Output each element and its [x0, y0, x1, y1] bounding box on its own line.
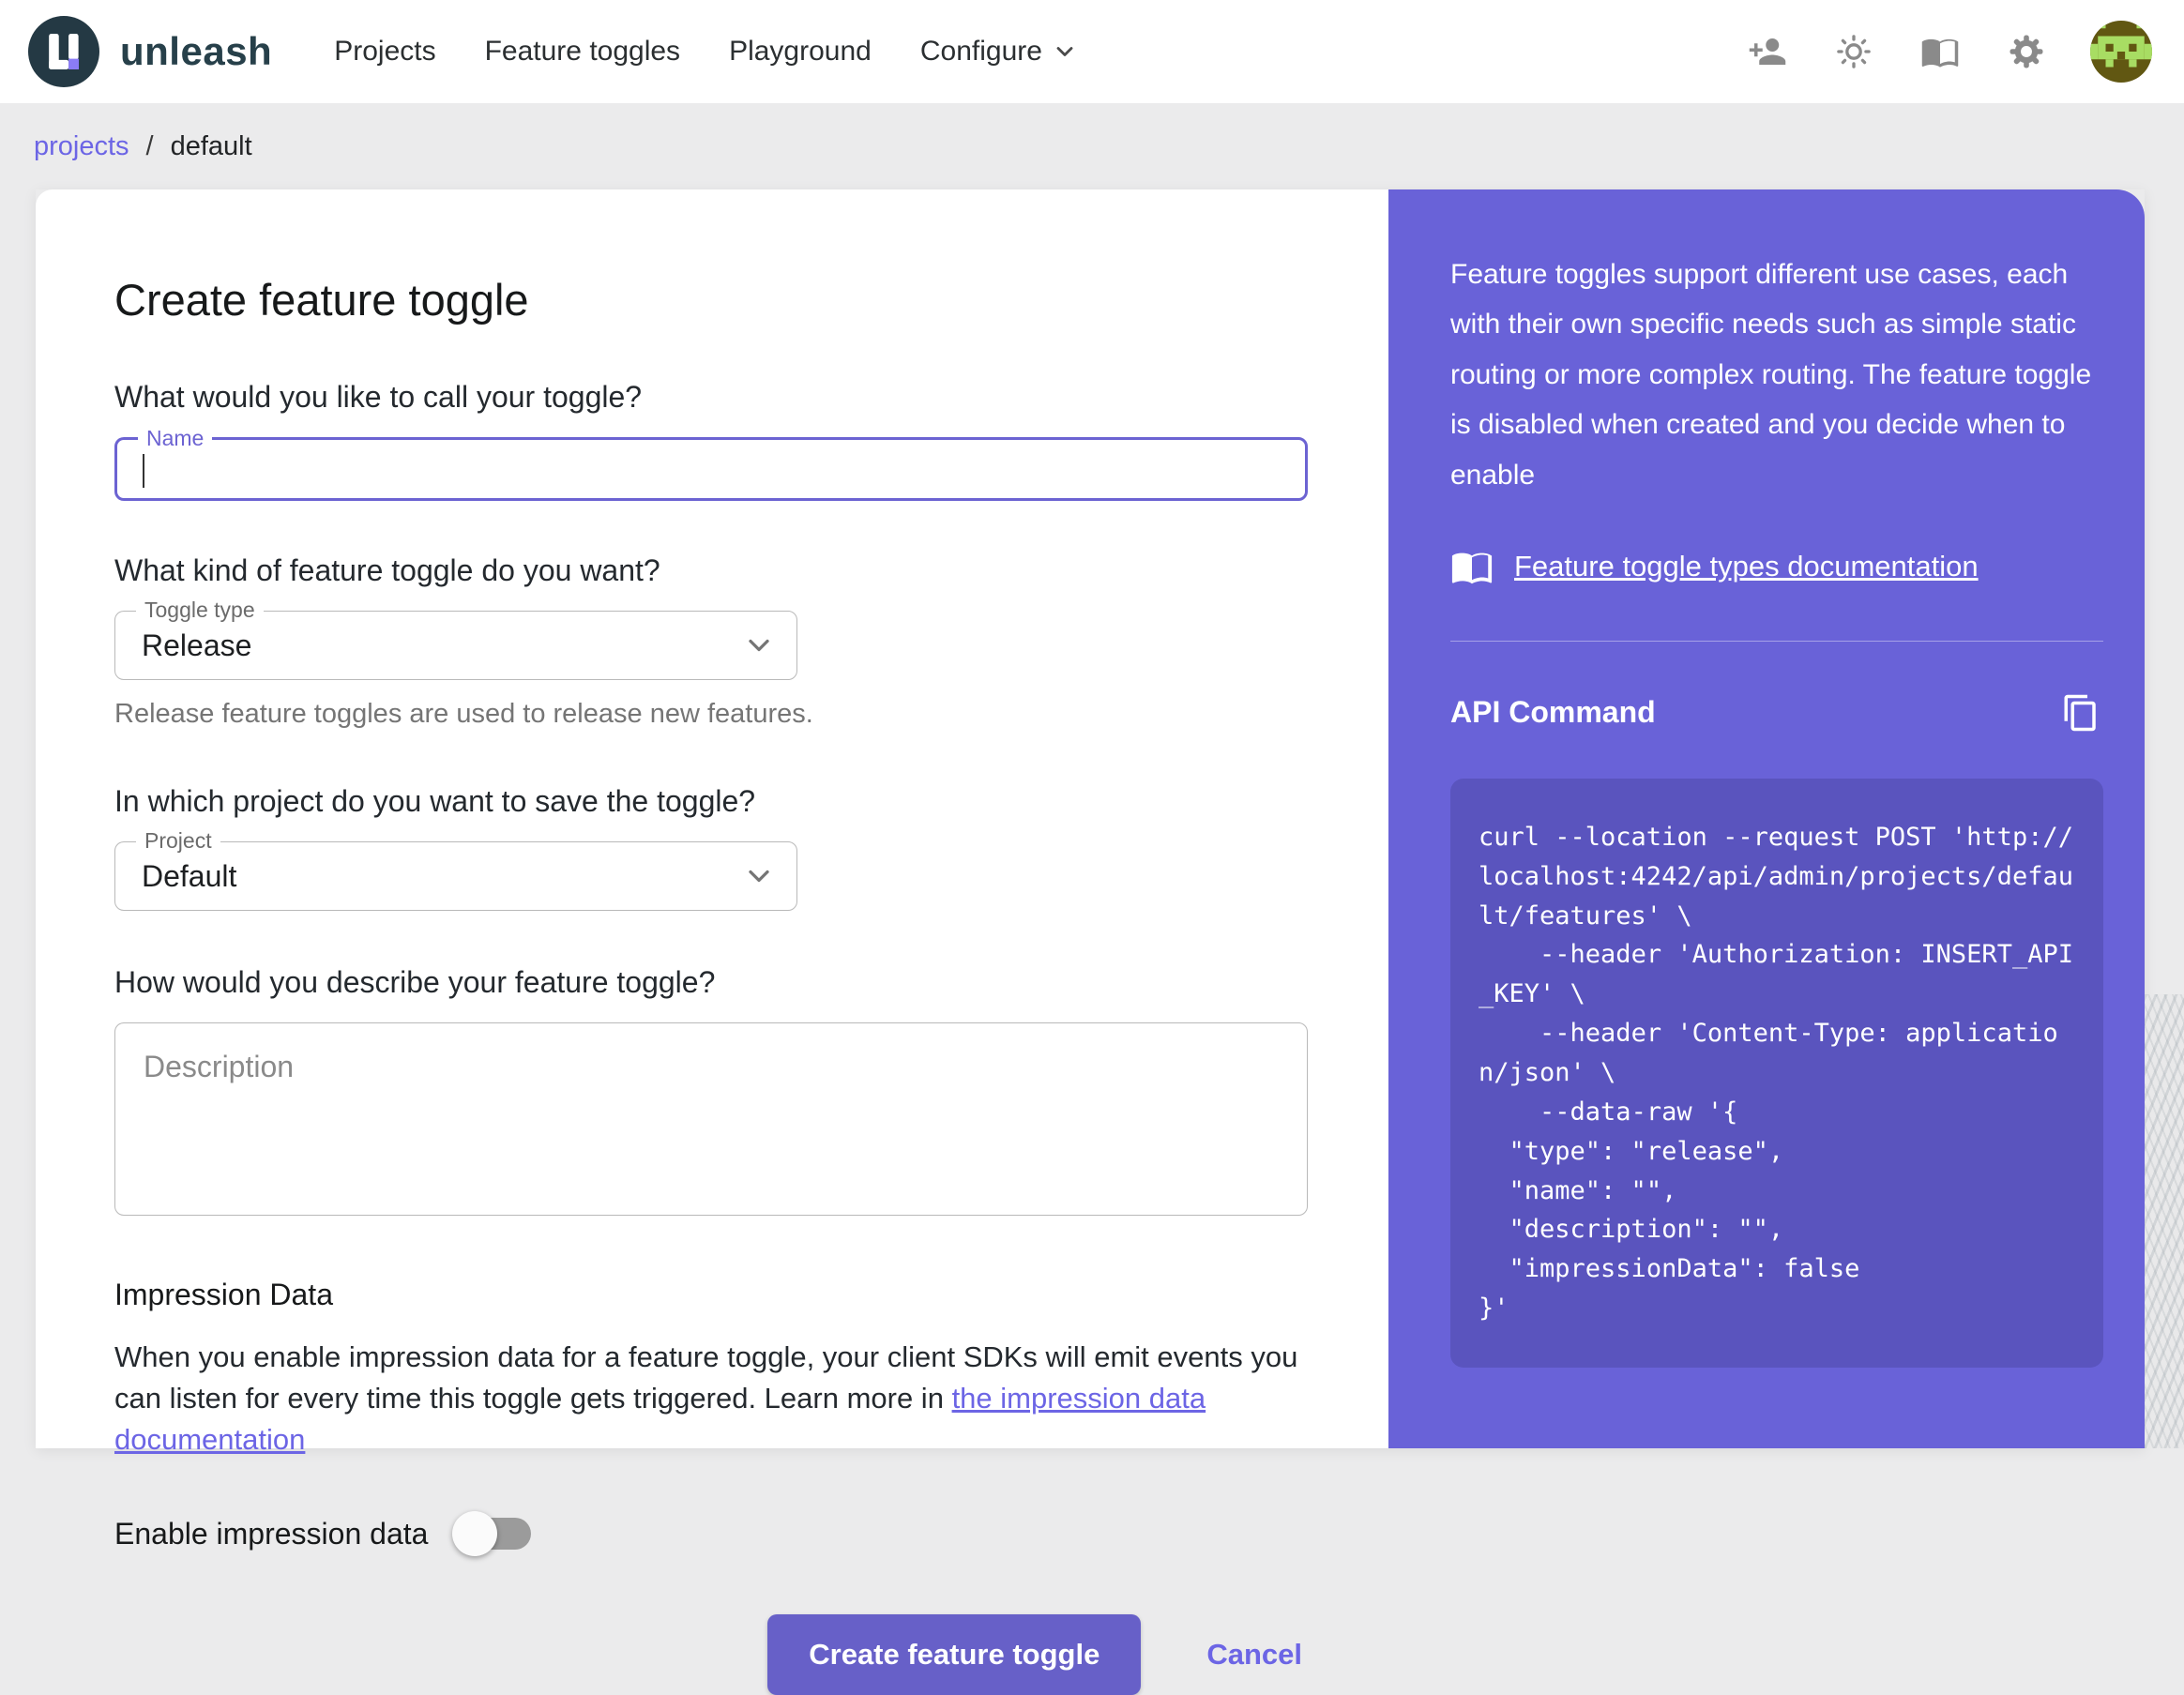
unleash-logo-icon	[28, 16, 99, 87]
theme-toggle-button[interactable]	[1831, 29, 1876, 74]
create-toggle-form: Create feature toggle What would you lik…	[36, 189, 1388, 1695]
nav-projects[interactable]: Projects	[334, 36, 435, 68]
book-icon	[1451, 552, 1493, 584]
enable-impression-switch[interactable]	[452, 1511, 538, 1557]
brightness-sun-icon	[1837, 35, 1871, 68]
nav-feature-toggles[interactable]: Feature toggles	[485, 36, 680, 68]
name-field-label: Name	[138, 426, 213, 451]
enable-impression-row: Enable impression data	[114, 1511, 1308, 1557]
cancel-button[interactable]: Cancel	[1206, 1638, 1302, 1672]
main-nav: Projects Feature toggles Playground Conf…	[334, 36, 1078, 68]
info-sidebar: Feature toggles support different use ca…	[1388, 189, 2145, 1448]
breadcrumb-current: default	[170, 130, 252, 161]
sidebar-divider	[1450, 640, 2103, 642]
api-command-heading: API Command	[1450, 695, 1656, 730]
description-textarea[interactable]	[114, 1022, 1308, 1216]
brand-name: unleash	[120, 29, 273, 73]
nav-playground[interactable]: Playground	[729, 36, 872, 68]
text-cursor	[143, 454, 144, 488]
chevron-down-icon	[749, 639, 769, 652]
name-input[interactable]	[117, 440, 1305, 498]
project-label: Project	[136, 828, 220, 854]
project-question: In which project do you want to save the…	[114, 784, 756, 818]
name-question: What would you like to call your toggle?	[114, 380, 643, 414]
nav-configure-label: Configure	[919, 36, 1042, 67]
toggle-type-label: Toggle type	[136, 598, 264, 623]
settings-gear-icon	[2010, 35, 2043, 68]
name-field: Name	[114, 426, 1308, 501]
type-question: What kind of feature toggle do you want?	[114, 553, 660, 587]
create-toggle-page: Create feature toggle What would you lik…	[36, 189, 2145, 1695]
toggle-type-value: Release	[142, 628, 252, 662]
documentation-book-icon	[1921, 38, 1959, 68]
impression-data-text: When you enable impression data for a fe…	[114, 1337, 1308, 1460]
breadcrumb-separator: /	[145, 130, 154, 161]
unleash-logo[interactable]: unleash	[28, 16, 272, 87]
api-command-row: API Command	[1450, 690, 2103, 735]
invite-user-icon	[1749, 38, 1786, 65]
page-title: Create feature toggle	[114, 275, 529, 325]
description-question: How would you describe your feature togg…	[114, 965, 716, 999]
breadcrumb-projects-link[interactable]: projects	[34, 131, 129, 162]
create-feature-toggle-button[interactable]: Create feature toggle	[767, 1614, 1142, 1695]
top-nav: unleash Projects Feature toggles Playgro…	[0, 0, 2184, 103]
documentation-button[interactable]	[1918, 29, 1963, 74]
nav-configure[interactable]: Configure	[920, 36, 1078, 68]
enable-impression-label: Enable impression data	[114, 1516, 429, 1551]
impression-data-heading: Impression Data	[114, 1278, 333, 1311]
nav-actions	[1745, 21, 2152, 83]
project-select[interactable]: Project Default	[114, 828, 797, 911]
invite-user-button[interactable]	[1745, 29, 1790, 74]
feature-toggle-types-docs-link[interactable]: Feature toggle types documentation	[1514, 550, 1979, 583]
api-command-code: curl --location --request POST 'http://l…	[1450, 778, 2103, 1368]
background-texture	[2145, 994, 2184, 1448]
breadcrumb: projects / default	[0, 103, 2184, 189]
toggle-type-helper: Release feature toggles are used to rele…	[114, 699, 813, 729]
user-avatar-image	[2090, 21, 2152, 83]
sidebar-intro-text: Feature toggles support different use ca…	[1450, 259, 2092, 491]
settings-button[interactable]	[2004, 29, 2049, 74]
sidebar-docs-row: Feature toggle types documentation	[1450, 545, 2103, 588]
toggle-type-select[interactable]: Toggle type Release	[114, 598, 797, 680]
chevron-down-icon	[749, 870, 769, 883]
form-actions: Create feature toggle Cancel	[114, 1614, 1308, 1695]
project-value: Default	[142, 858, 237, 893]
copy-command-button[interactable]	[2058, 690, 2103, 735]
user-avatar[interactable]	[2090, 21, 2152, 83]
copy-icon	[2064, 694, 2096, 732]
chevron-down-icon	[1056, 47, 1073, 56]
